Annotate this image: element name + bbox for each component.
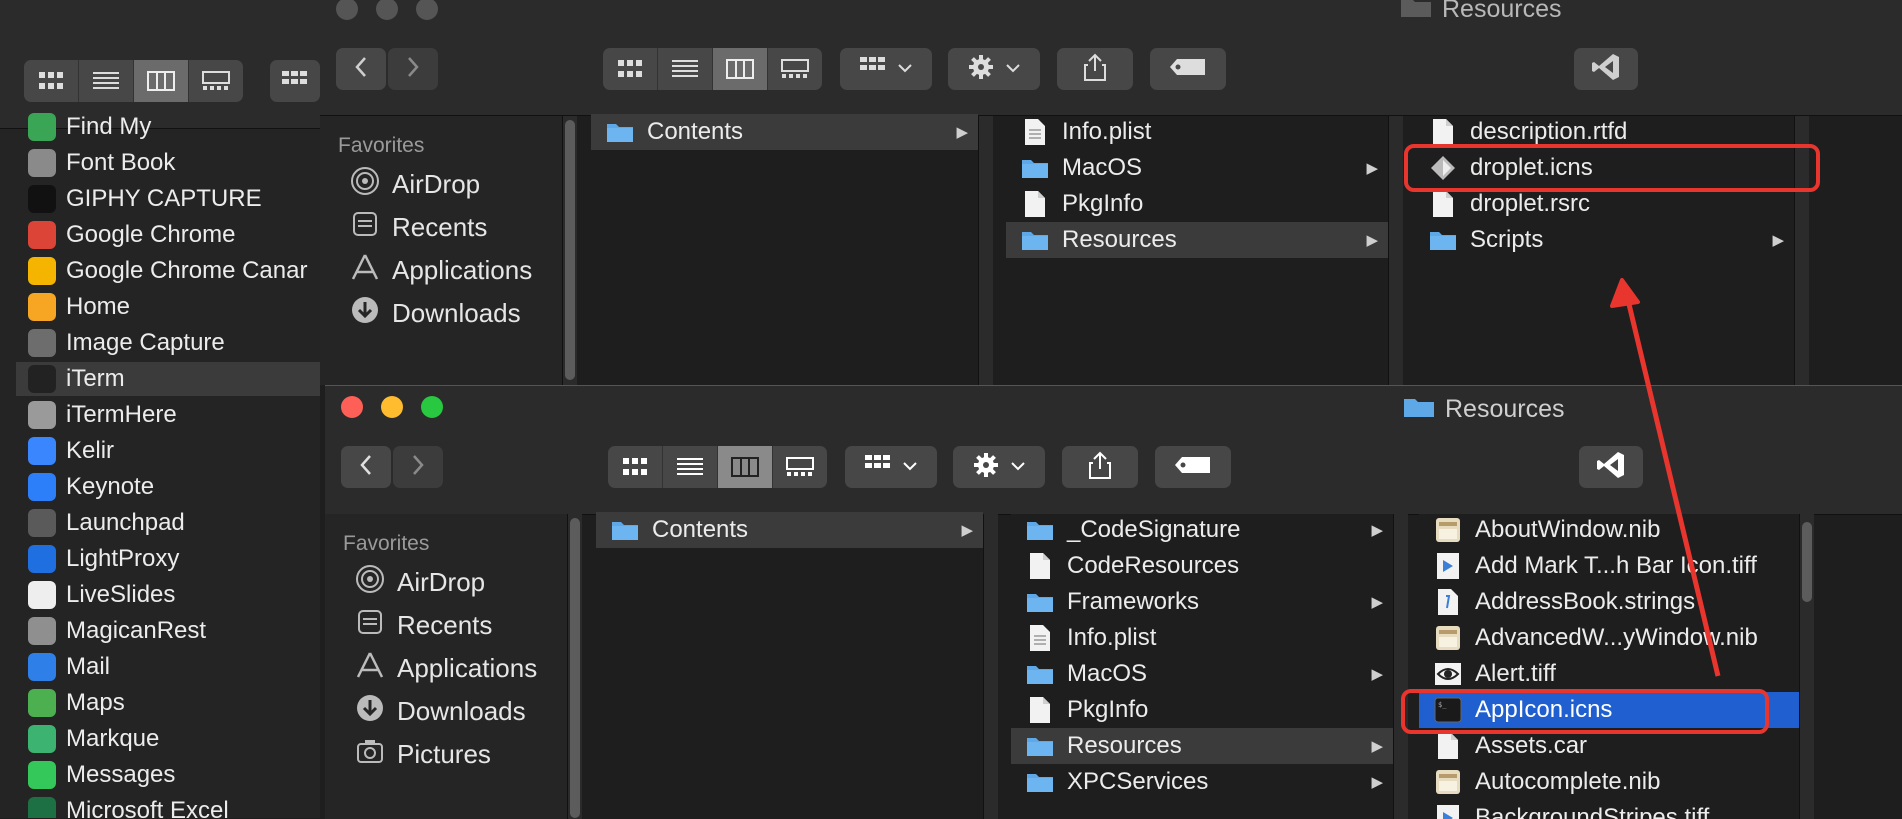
annotation-arrow (1610, 278, 1721, 677)
